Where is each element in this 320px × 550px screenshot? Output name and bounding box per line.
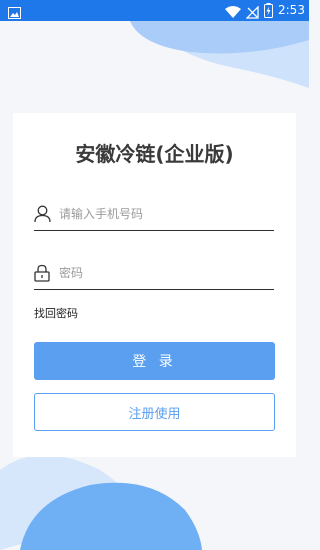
login-button[interactable]: 登 录 — [34, 342, 275, 380]
password-input[interactable] — [59, 262, 269, 284]
user-icon — [34, 205, 51, 227]
no-signal-icon — [245, 4, 259, 23]
register-button[interactable]: 注册使用 — [34, 393, 275, 431]
image-icon — [8, 4, 21, 23]
login-card: 安徽冷链(企业版) 找回密码 登 录 注册使用 — [13, 113, 296, 457]
phone-field — [34, 199, 274, 231]
status-bar: 2:53 — [0, 0, 309, 21]
forgot-password-link[interactable]: 找回密码 — [34, 305, 78, 321]
password-field — [34, 258, 274, 290]
app-title: 安徽冷链(企业版) — [75, 142, 234, 166]
status-time: 2:53 — [278, 3, 305, 17]
battery-charging-icon — [264, 3, 273, 22]
phone-input[interactable] — [59, 203, 269, 225]
lock-icon — [34, 264, 50, 286]
wifi-icon — [225, 4, 241, 23]
